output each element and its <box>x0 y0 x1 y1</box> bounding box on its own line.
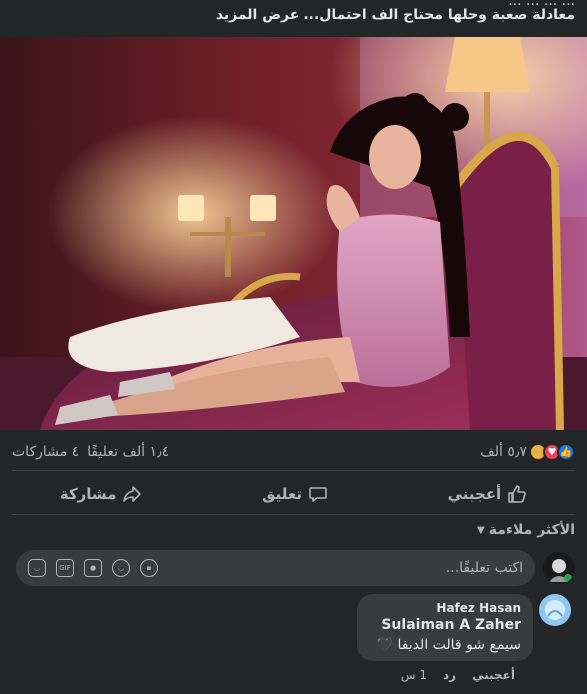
avatar[interactable] <box>543 552 575 584</box>
reaction-icons: 😆 ♥ 👍 <box>529 443 575 461</box>
thumbs-up-icon <box>508 485 527 503</box>
like-icon: 👍 <box>557 443 575 461</box>
gif-icon[interactable]: GIF <box>56 559 74 577</box>
composer-tools: ◡ GIF ● ◡ ▪ <box>28 559 158 577</box>
comment-meta: أعجبني رد 1 س <box>401 668 515 682</box>
caption-body: معادلة صعبة وحلها محتاج الف احتمال... <box>303 7 575 23</box>
sticker-icon[interactable]: ◡ <box>28 559 46 577</box>
post-photo[interactable] <box>0 37 587 430</box>
comments-sort-dropdown[interactable]: الأكثر ملاءمة ▼ <box>477 522 575 538</box>
comment-input-placeholder: اكتب تعليقًا... <box>445 560 523 576</box>
reactions-summary[interactable]: 😆 ♥ 👍 ٥٫٧ ألف <box>480 443 575 461</box>
comment-button[interactable]: تعليق <box>238 478 352 510</box>
comment-icon <box>309 487 327 502</box>
comment-bubble: Hafez Hasan Sulaiman A Zaher سيمع شو قال… <box>357 594 533 661</box>
reactions-count: ٥٫٧ ألف <box>480 444 527 460</box>
post-caption-cut-line: ... ... ... ... <box>12 0 575 6</box>
shares-count[interactable]: ٤ مشاركات <box>12 444 79 460</box>
post-photo-image <box>0 37 587 430</box>
avatar-sticker-icon[interactable]: ▪ <box>140 559 158 577</box>
engagement-counts: ١٫٤ ألف تعليقًا ٤ مشاركات <box>12 444 169 460</box>
comment-author[interactable]: Hafez Hasan <box>369 601 521 615</box>
comment-input[interactable]: اكتب تعليقًا... ◡ GIF ● ◡ ▪ <box>16 550 535 586</box>
post-caption-text: معادلة صعبة وحلها محتاج الف احتمال...عرض… <box>12 6 575 24</box>
camera-icon[interactable]: ● <box>84 559 102 577</box>
emoji-icon[interactable]: ◡ <box>112 559 130 577</box>
share-icon <box>123 486 142 502</box>
share-label: مشاركة <box>59 485 117 503</box>
comment-like-link[interactable]: أعجبني <box>472 668 515 682</box>
post-caption: ... ... ... ... معادلة صعبة وحلها محتاج … <box>0 0 587 36</box>
post-stats: 😆 ♥ 👍 ٥٫٧ ألف ١٫٤ ألف تعليقًا ٤ مشاركات <box>0 430 587 474</box>
like-button[interactable]: أعجبني <box>424 478 552 510</box>
like-label: أعجبني <box>447 485 502 503</box>
caret-down-icon: ▼ <box>477 524 485 536</box>
comment-item: Hafez Hasan Sulaiman A Zaher سيمع شو قال… <box>0 594 587 661</box>
user-avatar-image <box>543 552 575 584</box>
comment-text: سيمع شو قالت الديفا 🖤 <box>375 637 521 653</box>
comment-label: تعليق <box>262 485 302 503</box>
comment-timestamp[interactable]: 1 س <box>401 668 427 682</box>
sort-label: الأكثر ملاءمة <box>488 522 575 538</box>
comment-composer: اكتب تعليقًا... ◡ GIF ● ◡ ▪ <box>0 548 587 588</box>
divider <box>12 470 575 471</box>
post-actions: أعجبني تعليق مشاركة <box>0 474 587 514</box>
see-more-link[interactable]: عرض المزيد <box>216 7 299 23</box>
comment-mention[interactable]: Sulaiman A Zaher <box>369 617 521 633</box>
avatar[interactable] <box>539 594 571 626</box>
commenter-avatar-image <box>539 594 571 626</box>
share-button[interactable]: مشاركة <box>36 478 167 510</box>
comments-count[interactable]: ١٫٤ ألف تعليقًا <box>87 444 169 460</box>
comment-reply-link[interactable]: رد <box>443 668 456 682</box>
divider <box>12 514 575 515</box>
